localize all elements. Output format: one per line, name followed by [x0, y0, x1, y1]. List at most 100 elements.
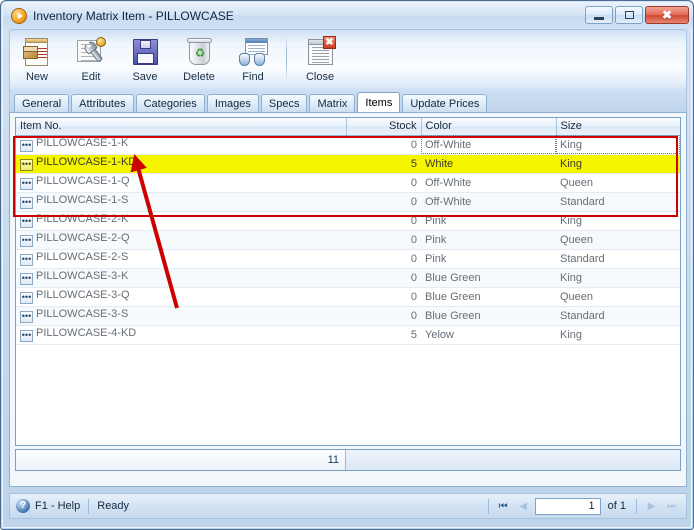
row-ellipsis-button-icon[interactable]: ••• [20, 311, 33, 323]
row-ellipsis-button-icon[interactable]: ••• [20, 140, 33, 152]
cell-item-no[interactable]: ••• PILLOWCASE-1-S [16, 192, 346, 212]
cell-color[interactable]: Off-White [421, 173, 556, 193]
close-window-button[interactable]: ✖ [645, 6, 689, 24]
cell-stock[interactable]: 5 [346, 154, 421, 174]
tab-attributes[interactable]: Attributes [71, 94, 134, 113]
cell-stock[interactable]: 0 [346, 249, 421, 269]
cell-size[interactable]: King [556, 211, 680, 231]
maximize-icon [624, 11, 634, 19]
column-header-size[interactable]: Size [556, 118, 680, 136]
cell-color[interactable]: White [421, 154, 556, 174]
toolbar-button-close[interactable]: ✖ Close [293, 34, 347, 83]
cell-color[interactable]: Pink [421, 230, 556, 250]
table-row[interactable]: ••• PILLOWCASE-4-KD 5 Yelow King [16, 325, 680, 345]
cell-item-no[interactable]: ••• PILLOWCASE-3-S [16, 306, 346, 326]
table-row[interactable]: ••• PILLOWCASE-1-KD 5 White King [16, 154, 680, 174]
cell-color[interactable]: Blue Green [421, 268, 556, 288]
cell-item-no[interactable]: ••• PILLOWCASE-3-K [16, 268, 346, 288]
cell-size[interactable]: Standard [556, 306, 680, 326]
table-row[interactable]: ••• PILLOWCASE-2-Q 0 Pink Queen [16, 230, 680, 250]
cell-size[interactable]: King [556, 154, 680, 174]
cell-color[interactable]: Yelow [421, 325, 556, 345]
cell-stock[interactable]: 5 [346, 325, 421, 345]
row-ellipsis-button-icon[interactable]: ••• [20, 197, 33, 209]
nav-page-input[interactable]: 1 [534, 497, 601, 515]
cell-stock[interactable]: 0 [346, 192, 421, 212]
cell-item-no[interactable]: ••• PILLOWCASE-1-K [16, 135, 346, 155]
toolbar-button-find[interactable]: Find [226, 34, 280, 83]
row-ellipsis-button-icon[interactable]: ••• [20, 273, 33, 285]
cell-size[interactable]: Queen [556, 230, 680, 250]
table-row[interactable]: ••• PILLOWCASE-1-K 0 Off-White King [16, 135, 680, 155]
cell-item-no[interactable]: ••• PILLOWCASE-2-K [16, 211, 346, 231]
cell-item-no[interactable]: ••• PILLOWCASE-3-Q [16, 287, 346, 307]
tab-general[interactable]: General [14, 94, 70, 113]
cell-size[interactable]: Queen [556, 173, 680, 193]
cell-item-no[interactable]: ••• PILLOWCASE-2-S [16, 249, 346, 269]
cell-size[interactable]: King [556, 135, 680, 155]
cell-item-no[interactable]: ••• PILLOWCASE-1-Q [16, 173, 346, 193]
tab-categories[interactable]: Categories [135, 94, 205, 113]
cell-item-no[interactable]: ••• PILLOWCASE-1-KD [16, 154, 346, 174]
table-row[interactable]: ••• PILLOWCASE-2-K 0 Pink King [16, 211, 680, 231]
nav-prev-button[interactable]: ◀ [515, 498, 532, 515]
column-header-stock[interactable]: Stock [346, 118, 422, 136]
cell-size[interactable]: Standard [556, 192, 680, 212]
cell-stock[interactable]: 0 [346, 230, 421, 250]
cell-stock[interactable]: 0 [346, 173, 421, 193]
nav-next-button[interactable]: ▶ [643, 498, 660, 515]
cell-color[interactable]: Blue Green [421, 287, 556, 307]
floppy-disk-icon [129, 36, 161, 68]
cell-color[interactable]: Off-White [421, 135, 556, 155]
cell-color[interactable]: Off-White [421, 192, 556, 212]
cell-item-no-label: PILLOWCASE-3-K [36, 270, 129, 282]
nav-first-button[interactable]: ⏮ [495, 498, 512, 515]
help-hint[interactable]: ? F1 - Help [16, 499, 80, 513]
cell-item-no[interactable]: ••• PILLOWCASE-4-KD [16, 325, 346, 345]
tab-matrix[interactable]: Matrix [309, 94, 356, 113]
table-row[interactable]: ••• PILLOWCASE-2-S 0 Pink Standard [16, 249, 680, 269]
minimize-button[interactable] [585, 6, 613, 24]
cell-size[interactable]: King [556, 268, 680, 288]
nav-last-button[interactable]: ⏭ [663, 498, 680, 515]
cell-stock[interactable]: 0 [346, 268, 421, 288]
tab-images[interactable]: Images [206, 94, 259, 113]
table-row[interactable]: ••• PILLOWCASE-1-S 0 Off-White Standard [16, 192, 680, 212]
toolbar-button-delete[interactable]: ♻ Delete [172, 34, 226, 83]
row-ellipsis-button-icon[interactable]: ••• [20, 235, 33, 247]
cell-stock[interactable]: 0 [346, 211, 421, 231]
cell-size[interactable]: Queen [556, 287, 680, 307]
cell-size[interactable]: Standard [556, 249, 680, 269]
cell-color[interactable]: Blue Green [421, 306, 556, 326]
items-grid[interactable]: Item No. Stock Color Size ••• PILLOWCASE-… [15, 117, 681, 446]
tab-update-prices[interactable]: Update Prices [402, 94, 488, 113]
cell-color[interactable]: Pink [421, 249, 556, 269]
cell-item-no-label: PILLOWCASE-3-Q [36, 289, 130, 301]
row-ellipsis-button-icon[interactable]: ••• [20, 178, 33, 190]
cell-stock[interactable]: 0 [346, 306, 421, 326]
row-ellipsis-button-icon[interactable]: ••• [20, 330, 33, 342]
cell-stock[interactable]: 0 [346, 287, 421, 307]
maximize-button[interactable] [615, 6, 643, 24]
toolbar-button-save[interactable]: Save [118, 34, 172, 83]
row-ellipsis-button-icon[interactable]: ••• [20, 254, 33, 266]
cell-item-no[interactable]: ••• PILLOWCASE-2-Q [16, 230, 346, 250]
row-ellipsis-button-icon[interactable]: ••• [20, 292, 33, 304]
cell-item-no-label: PILLOWCASE-1-S [36, 194, 129, 206]
cell-stock[interactable]: 0 [346, 135, 421, 155]
row-ellipsis-button-icon[interactable]: ••• [20, 159, 33, 171]
table-row[interactable]: ••• PILLOWCASE-1-Q 0 Off-White Queen [16, 173, 680, 193]
table-row[interactable]: ••• PILLOWCASE-3-S 0 Blue Green Standard [16, 306, 680, 326]
cell-size[interactable]: King [556, 325, 680, 345]
toolbar-button-new[interactable]: New [10, 34, 64, 83]
tab-specs[interactable]: Specs [260, 94, 308, 113]
tab-items[interactable]: Items [357, 92, 401, 113]
toolbar-button-edit[interactable]: Edit [64, 34, 118, 83]
title-bar[interactable]: Inventory Matrix Item - PILLOWCASE ✖ [3, 3, 693, 28]
row-ellipsis-button-icon[interactable]: ••• [20, 216, 33, 228]
table-row[interactable]: ••• PILLOWCASE-3-Q 0 Blue Green Queen [16, 287, 680, 307]
cell-color[interactable]: Pink [421, 211, 556, 231]
column-header-color[interactable]: Color [421, 118, 557, 136]
column-header-item-no[interactable]: Item No. [16, 118, 347, 136]
table-row[interactable]: ••• PILLOWCASE-3-K 0 Blue Green King [16, 268, 680, 288]
